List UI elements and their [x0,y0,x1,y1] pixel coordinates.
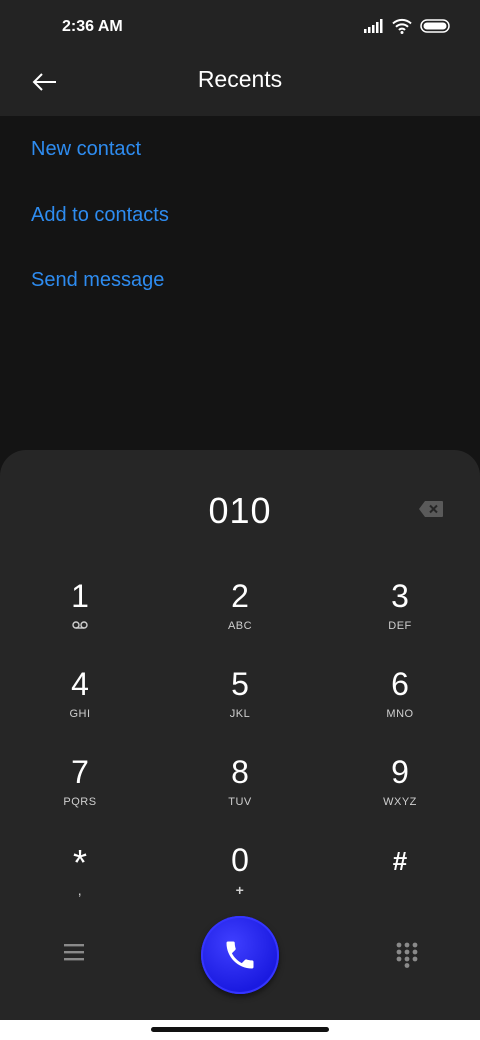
key-letters: PQRS [63,796,97,808]
key-letters: + [235,882,245,898]
key-digit: 3 [391,578,409,614]
dialer-panel: 010 1 2 ABC 3 DEF 4 GHI 5 JKL 6 MNO 7 PQ… [0,450,480,1020]
call-button[interactable] [201,916,279,994]
key-digit: 9 [391,754,409,790]
backspace-icon[interactable] [418,500,444,518]
key-digit: 8 [231,754,249,790]
keypad-icon[interactable] [396,942,418,968]
key-letters: ABC [227,620,253,632]
key-3[interactable]: 3 DEF [320,578,480,666]
key-2[interactable]: 2 ABC [160,578,320,666]
key-digit: 5 [231,666,249,702]
status-time: 2:36 AM [62,18,123,35]
key-letters: DEF [388,620,412,632]
status-bar: 2:36 AM [0,0,480,56]
key-digit: 1 [71,578,89,614]
key-letters: MNO [386,708,414,720]
key-digit: 4 [71,666,89,702]
key-letters: JKL [229,708,251,720]
key-digit: # [392,846,408,876]
battery-icon [420,19,450,33]
menu-icon[interactable] [63,942,85,962]
key-letters: TUV [228,796,252,808]
key-9[interactable]: 9 WXYZ [320,754,480,842]
home-indicator[interactable] [151,1027,329,1032]
key-digit: 7 [71,754,89,790]
key-letters: GHI [69,708,91,720]
page-title: Recents [197,66,283,92]
voicemail-icon [72,621,88,629]
key-letters: WXYZ [383,796,417,808]
key-5[interactable]: 5 JKL [160,666,320,754]
app-bar: Recents [0,56,480,116]
key-digit: 2 [231,578,249,614]
new-contact-button[interactable]: New contact [31,138,141,161]
dialed-number: 010 [208,490,272,531]
keypad: 1 2 ABC 3 DEF 4 GHI 5 JKL 6 MNO 7 PQRS 8… [0,578,480,930]
key-hash[interactable]: # [320,842,480,930]
key-4[interactable]: 4 GHI [0,666,160,754]
key-digit: * [72,842,87,883]
key-7[interactable]: 7 PQRS [0,754,160,842]
wifi-icon [392,18,412,34]
key-8[interactable]: 8 TUV [160,754,320,842]
send-message-button[interactable]: Send message [31,269,164,292]
key-letters: , [77,882,83,898]
key-1[interactable]: 1 [0,578,160,666]
navigation-bar [0,1020,480,1040]
key-digit: 0 [231,842,249,878]
key-digit: 6 [391,666,409,702]
key-6[interactable]: 6 MNO [320,666,480,754]
add-to-contacts-button[interactable]: Add to contacts [31,204,169,227]
status-icons [364,18,450,34]
phone-icon [226,941,254,969]
key-star[interactable]: * , [0,842,160,930]
signal-icon [364,19,383,33]
